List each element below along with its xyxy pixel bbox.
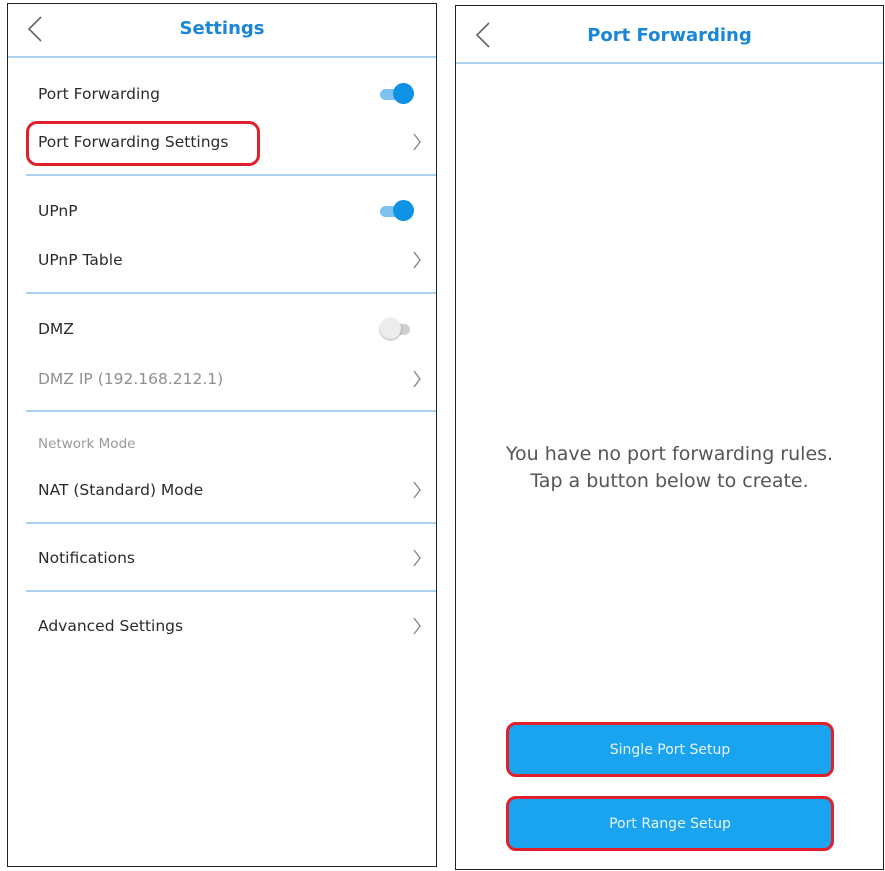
page-title: Settings <box>179 18 265 39</box>
settings-screen: Settings Port Forwarding Port Forwarding… <box>7 3 437 867</box>
upnp-table-label: UPnP Table <box>38 251 123 269</box>
upnp-label: UPnP <box>38 202 78 220</box>
empty-state-line-1: You have no port forwarding rules. <box>505 443 834 465</box>
dmz-row: DMZ <box>8 309 436 349</box>
upnp-table-row[interactable]: UPnP Table <box>8 240 436 280</box>
section-divider <box>26 174 436 176</box>
port-forwarding-toggle[interactable] <box>380 83 414 105</box>
notifications-row[interactable]: Notifications <box>8 538 436 578</box>
port-forwarding-row: Port Forwarding <box>8 74 436 114</box>
network-mode-header: Network Mode <box>38 436 136 452</box>
chevron-right-icon <box>412 132 422 152</box>
section-divider <box>26 590 436 592</box>
section-divider <box>26 522 436 524</box>
dmz-label: DMZ <box>38 320 74 338</box>
nat-mode-label: NAT (Standard) Mode <box>38 481 204 499</box>
page-title: Port Forwarding <box>587 25 752 46</box>
settings-header: Settings <box>8 4 436 58</box>
port-forwarding-label: Port Forwarding <box>38 85 160 103</box>
toggle-knob <box>393 200 414 221</box>
nat-mode-row[interactable]: NAT (Standard) Mode <box>8 470 436 510</box>
empty-state-message: You have no port forwarding rules. Tap a… <box>456 441 883 495</box>
section-divider <box>26 292 436 294</box>
port-forwarding-screen: Port Forwarding You have no port forward… <box>455 5 884 870</box>
chevron-right-icon <box>412 616 422 636</box>
upnp-row: UPnP <box>8 191 436 231</box>
chevron-right-icon <box>412 369 422 389</box>
single-port-setup-button[interactable]: Single Port Setup <box>506 722 834 777</box>
port-forwarding-header: Port Forwarding <box>456 6 883 64</box>
chevron-right-icon <box>412 548 422 568</box>
dmz-ip-label: DMZ IP (192.168.212.1) <box>38 370 224 388</box>
advanced-settings-row[interactable]: Advanced Settings <box>8 606 436 646</box>
advanced-settings-label: Advanced Settings <box>38 617 184 635</box>
upnp-toggle[interactable] <box>380 200 414 222</box>
toggle-knob <box>393 83 414 104</box>
dmz-ip-row[interactable]: DMZ IP (192.168.212.1) <box>8 359 436 399</box>
port-range-setup-button[interactable]: Port Range Setup <box>506 796 834 851</box>
dmz-toggle[interactable] <box>380 318 414 340</box>
empty-state-line-2: Tap a button below to create. <box>530 470 809 492</box>
chevron-right-icon <box>412 480 422 500</box>
notifications-label: Notifications <box>38 549 136 567</box>
chevron-right-icon <box>412 250 422 270</box>
section-divider <box>26 410 436 412</box>
port-forwarding-settings-highlight <box>26 121 260 166</box>
toggle-knob <box>380 318 401 339</box>
